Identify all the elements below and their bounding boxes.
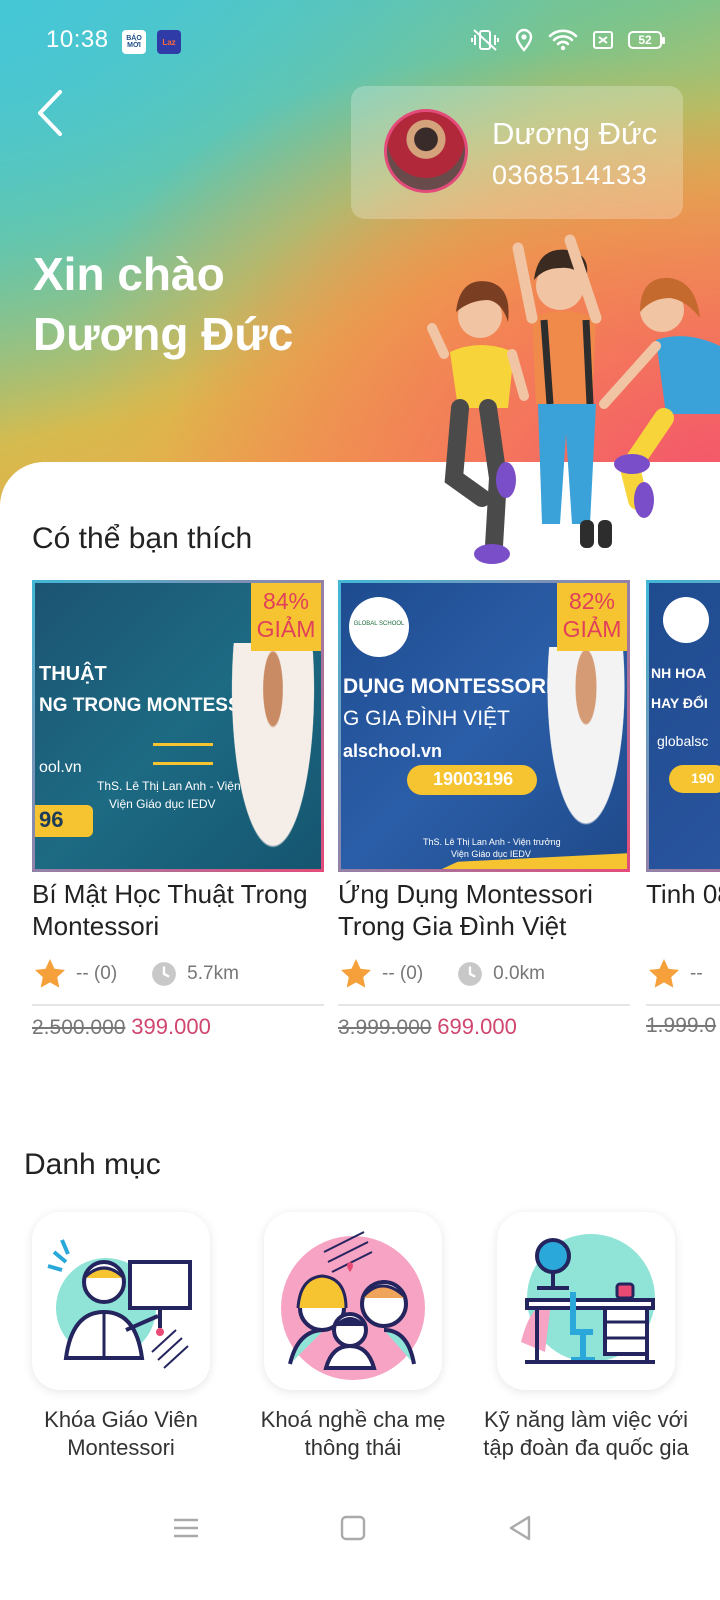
thumb-text: NH HOA bbox=[651, 665, 707, 681]
status-time: 10:38 bbox=[46, 26, 109, 53]
rating-text: -- (0) bbox=[76, 963, 118, 984]
discount-tag: 84% GIẢM bbox=[251, 583, 321, 651]
sim-blocked-icon bbox=[593, 31, 613, 49]
office-desk-icon bbox=[521, 1234, 655, 1364]
old-price: 2.500.000 bbox=[32, 1016, 126, 1039]
category-tile-office[interactable] bbox=[497, 1212, 675, 1390]
course-thumbnail[interactable]: GLOBAL SCHOOL DỤNG MONTESSORI G GIA ĐÌNH… bbox=[338, 580, 630, 872]
old-price: 3.999.000 bbox=[338, 1016, 432, 1039]
instructor-photo bbox=[541, 647, 627, 847]
new-price: 399.000 bbox=[131, 1014, 211, 1039]
divider bbox=[646, 1004, 720, 1006]
course-carousel[interactable]: THUẬT NG TRONG MONTESSORI ool.vn ThS. Lê… bbox=[32, 580, 720, 1050]
thumb-text: G GIA ĐÌNH VIỆT bbox=[343, 707, 510, 730]
star-icon bbox=[35, 959, 65, 988]
instructor-photo bbox=[225, 643, 321, 869]
clock-icon bbox=[152, 962, 177, 986]
back-button[interactable] bbox=[30, 86, 74, 140]
categories-title: Danh mục bbox=[24, 1148, 161, 1181]
baomoi-app-icon: BÁO MỚI bbox=[122, 30, 146, 54]
wifi-icon bbox=[548, 29, 578, 51]
greeting-title: Xin chào Dương Đức bbox=[33, 244, 293, 364]
thumb-text: HAY ĐỔI bbox=[651, 695, 708, 711]
system-nav-bar bbox=[0, 1490, 720, 1560]
hotline-badge: 96 bbox=[35, 805, 93, 837]
profile-card[interactable]: Dương Đức 0368514133 bbox=[351, 86, 683, 219]
vibrate-off-icon bbox=[471, 29, 499, 51]
thumb-text: globalsc bbox=[657, 733, 709, 749]
discount-label: GIẢM bbox=[562, 616, 622, 642]
category-tile-parents[interactable] bbox=[264, 1212, 442, 1390]
course-card[interactable]: NH HOA HAY ĐỔI globalsc 190 Tinh 08 Bí -… bbox=[646, 580, 720, 1050]
category-label[interactable]: Khóa Giáo Viên Montessori bbox=[1, 1406, 241, 1462]
profile-name: Dương Đức bbox=[492, 116, 658, 151]
course-thumbnail[interactable]: NH HOA HAY ĐỔI globalsc 190 bbox=[646, 580, 720, 872]
greeting-line-2: Dương Đức bbox=[33, 308, 294, 360]
course-title[interactable]: Ứng Dụng Montessori Trong Gia Đình Việt bbox=[338, 878, 638, 942]
course-thumbnail[interactable]: THUẬT NG TRONG MONTESSORI ool.vn ThS. Lê… bbox=[32, 580, 324, 872]
status-bar: 10:38 BÁO MỚI Laz 52 bbox=[0, 0, 720, 62]
divider bbox=[32, 1004, 324, 1006]
divider bbox=[338, 1004, 630, 1006]
lazada-app-icon: Laz bbox=[157, 30, 181, 54]
discount-tag: 82% GIẢM bbox=[557, 583, 627, 651]
course-card[interactable]: GLOBAL SCHOOL DỤNG MONTESSORI G GIA ĐÌNH… bbox=[338, 580, 630, 1050]
price-row: 2.500.000 399.000 bbox=[32, 1014, 211, 1040]
suggestions-title: Có thể bạn thích bbox=[32, 522, 253, 555]
thumb-text: Viện Giáo dục IEDV bbox=[451, 849, 531, 859]
status-icons: 52 bbox=[470, 28, 665, 52]
discount-value: 82% bbox=[568, 588, 616, 614]
avatar[interactable] bbox=[384, 109, 468, 193]
thumb-text: 19003196 bbox=[433, 769, 514, 789]
category-label[interactable]: Kỹ năng làm việc với tập đoàn đa quốc gi… bbox=[466, 1406, 706, 1462]
thumb-text: ool.vn bbox=[39, 759, 82, 776]
distance-text: 0.0km bbox=[493, 963, 545, 984]
wave-decoration bbox=[153, 743, 213, 765]
price-row: 3.999.000 699.000 bbox=[338, 1014, 517, 1040]
hotline-badge: 19003196 bbox=[407, 765, 537, 795]
school-logo-text: GLOBAL SCHOOL bbox=[353, 621, 405, 627]
thumb-text: alschool.vn bbox=[343, 741, 443, 761]
star-icon bbox=[649, 959, 679, 988]
category-label[interactable]: Khoá nghề cha mẹ thông thái bbox=[233, 1406, 473, 1462]
back-triangle-icon[interactable] bbox=[502, 1510, 538, 1546]
family-icon bbox=[281, 1231, 425, 1380]
rating-text: -- bbox=[690, 963, 703, 984]
hotline-badge: 190 bbox=[669, 765, 720, 793]
thumb-text: Viện Giáo dục IEDV bbox=[109, 797, 216, 811]
thumb-text: THUẬT bbox=[39, 663, 107, 685]
rating-text: -- (0) bbox=[382, 963, 424, 984]
discount-label: GIẢM bbox=[256, 616, 316, 642]
course-card[interactable]: THUẬT NG TRONG MONTESSORI ool.vn ThS. Lê… bbox=[32, 580, 324, 1050]
teacher-presentation-icon bbox=[47, 1239, 192, 1369]
star-icon bbox=[341, 959, 371, 988]
course-title[interactable]: Tinh 08 Bí bbox=[646, 878, 720, 910]
rating-row: -- (0) 5.7km bbox=[32, 956, 324, 992]
thumb-text: 96 bbox=[39, 807, 64, 832]
rating-row: -- bbox=[646, 956, 720, 992]
battery-icon: 52 bbox=[628, 31, 665, 49]
location-icon bbox=[515, 28, 533, 52]
distance-text: 5.7km bbox=[187, 963, 239, 984]
category-tile-teacher[interactable] bbox=[32, 1212, 210, 1390]
thumb-text: 190 bbox=[691, 770, 715, 786]
menu-icon[interactable] bbox=[168, 1510, 204, 1546]
greeting-line-1: Xin chào bbox=[33, 248, 225, 300]
thumb-text: DỤNG MONTESSORI bbox=[343, 675, 552, 698]
new-price: 699.000 bbox=[437, 1014, 517, 1039]
home-square-icon[interactable] bbox=[335, 1510, 371, 1546]
old-price: 1.999.0 bbox=[646, 1014, 717, 1037]
discount-value: 84% bbox=[262, 588, 310, 614]
profile-phone: 0368514133 bbox=[492, 160, 648, 190]
school-logo bbox=[663, 597, 709, 643]
course-title[interactable]: Bí Mật Học Thuật Trong Montessori bbox=[32, 878, 332, 942]
school-logo: GLOBAL SCHOOL bbox=[349, 597, 409, 657]
jumping-people-illustration bbox=[427, 234, 720, 564]
clock-icon bbox=[458, 962, 483, 986]
rating-row: -- (0) 0.0km bbox=[338, 956, 630, 992]
price-row: 1.999.0 bbox=[646, 1014, 716, 1038]
